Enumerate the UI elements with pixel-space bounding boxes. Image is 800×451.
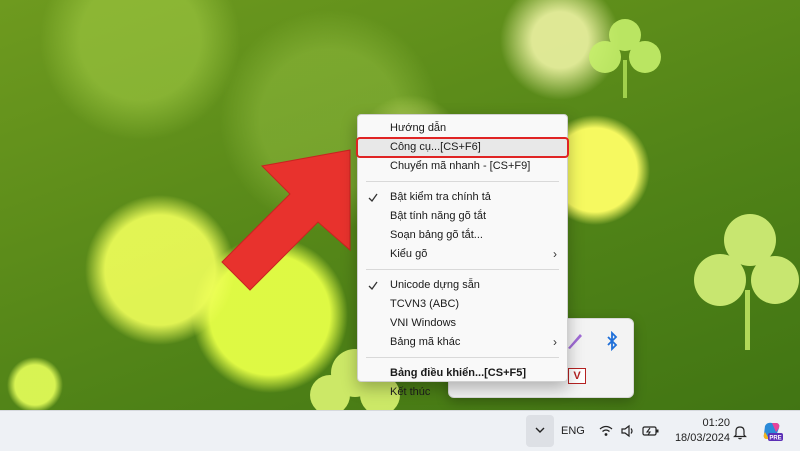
menu-separator [366,269,559,270]
menu-item-label: Unicode dựng sẵn [390,279,480,291]
menu-item-ket-thuc[interactable]: Kết thúc [358,383,567,402]
language-indicator[interactable]: ENG [561,411,585,451]
menu-item-label: VNI Windows [390,317,457,329]
menu-item-label: Bảng điều khiển...[CS+F5] [390,367,526,379]
clock-time: 01:20 [702,417,730,429]
menu-item-label: Kết thúc [390,386,431,398]
clock[interactable]: 01:20 18/03/2024 [670,416,730,446]
red-arrow-icon [221,149,351,291]
menu-item-vni-windows[interactable]: VNI Windows [358,314,567,333]
menu-item-bat-go-tat[interactable]: Bật tính năng gõ tắt [358,207,567,226]
menu-item-unicode-dung-san[interactable]: Unicode dựng sẵn [358,276,567,295]
menu-item-label: Chuyển mã nhanh - [CS+F9] [390,160,531,172]
menu-item-soan-bang-go-tat[interactable]: Soạn bảng gõ tắt... [358,226,567,245]
wifi-icon [599,425,613,436]
menu-item-bat-kiem-tra-chinh-ta[interactable]: Bật kiểm tra chính tả [358,188,567,207]
menu-item-label: Bảng mã khác [390,336,461,348]
show-hidden-icons-button[interactable] [526,415,554,447]
menu-item-label: Kiểu gõ [390,248,428,260]
menu-item-bang-ma-khac[interactable]: Bảng mã khác › [358,333,567,352]
menu-item-bang-dieu-khien[interactable]: Bảng điều khiển...[CS+F5] [358,364,567,383]
menu-item-label: Bật tính năng gõ tắt [390,210,487,222]
menu-item-label: Bật kiểm tra chính tả [390,191,491,203]
bell-icon[interactable] [733,424,747,440]
taskbar: ENG 01:20 18/03/2024 PRE [0,410,800,451]
menu-separator [366,357,559,358]
menu-separator [366,181,559,182]
bluetooth-icon[interactable] [604,331,620,351]
unikey-context-menu: Hướng dẫn Công cụ...[CS+F6] Chuyển mã nh… [356,114,569,398]
check-icon [368,193,378,203]
copilot-icon[interactable]: PRE [761,420,783,442]
chevron-down-icon [535,427,545,433]
clover-decoration-icon [589,19,661,98]
copilot-badge: PRE [769,435,781,441]
menu-item-kieu-go[interactable]: Kiểu gõ › [358,245,567,264]
menu-item-label: Hướng dẫn [390,122,447,134]
check-icon [368,281,378,291]
battery-icon [642,426,659,436]
menu-item-chuyen-ma-nhanh[interactable]: Chuyển mã nhanh - [CS+F9] [358,157,567,176]
menu-item-tcvn3[interactable]: TCVN3 (ABC) [358,295,567,314]
menu-item-label: Soạn bảng gõ tắt... [390,229,483,241]
menu-item-label: Công cụ...[CS+F6] [390,141,481,153]
chevron-right-icon: › [553,247,557,261]
clover-decoration-icon [694,214,799,350]
pen-icon[interactable] [565,331,585,351]
chevron-right-icon: › [553,335,557,349]
clock-date: 18/03/2024 [674,432,730,444]
menu-item-huong-dan[interactable]: Hướng dẫn [358,119,567,138]
volume-icon [621,424,633,438]
unikey-v-icon[interactable]: V [568,368,586,384]
menu-item-label: TCVN3 (ABC) [390,298,460,310]
menu-item-cong-cu[interactable]: Công cụ...[CS+F6] [356,137,569,158]
